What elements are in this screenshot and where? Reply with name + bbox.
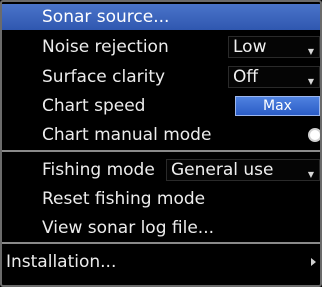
menu-item-chart-speed[interactable]: Chart speed Max <box>2 93 320 119</box>
menu-item-fishing-mode[interactable]: Fishing mode General use ▼ <box>2 157 320 183</box>
menu-item-sonar-source[interactable]: Sonar source... <box>2 4 320 30</box>
installation-label: Installation... <box>6 252 117 272</box>
surface-clarity-value: Off <box>233 67 259 87</box>
surface-clarity-label: Surface clarity <box>42 67 166 87</box>
chart-manual-mode-radio[interactable] <box>308 128 320 142</box>
reset-fishing-mode-label: Reset fishing mode <box>42 189 206 209</box>
fishing-mode-label: Fishing mode <box>42 160 155 180</box>
chart-speed-max-button[interactable]: Max <box>235 96 320 116</box>
divider <box>2 150 320 152</box>
fishing-mode-value: General use <box>171 160 274 180</box>
menu-item-installation[interactable]: Installation... <box>2 249 320 275</box>
surface-clarity-dropdown[interactable]: Off ▼ <box>228 66 320 88</box>
chart-speed-label: Chart speed <box>42 96 146 116</box>
divider <box>2 242 320 244</box>
menu-item-chart-manual-mode[interactable]: Chart manual mode <box>2 122 320 148</box>
chart-manual-mode-label: Chart manual mode <box>42 125 212 145</box>
chevron-down-icon: ▼ <box>307 77 314 86</box>
fishing-mode-dropdown[interactable]: General use ▼ <box>166 159 320 181</box>
noise-rejection-label: Noise rejection <box>42 37 169 57</box>
chevron-right-icon <box>311 258 316 266</box>
sonar-settings-menu: Sonar source... Noise rejection Low ▼ Su… <box>0 0 322 287</box>
noise-rejection-value: Low <box>233 37 267 57</box>
menu-item-view-sonar-log[interactable]: View sonar log file... <box>2 215 320 241</box>
sonar-source-label: Sonar source... <box>42 7 170 27</box>
view-sonar-log-label: View sonar log file... <box>42 218 215 238</box>
menu-item-reset-fishing-mode[interactable]: Reset fishing mode <box>2 186 320 212</box>
noise-rejection-dropdown[interactable]: Low ▼ <box>228 36 320 58</box>
menu-item-noise-rejection[interactable]: Noise rejection Low ▼ <box>2 34 320 60</box>
menu-item-surface-clarity[interactable]: Surface clarity Off ▼ <box>2 64 320 90</box>
chevron-down-icon: ▼ <box>307 170 314 179</box>
chevron-down-icon: ▼ <box>307 47 314 56</box>
